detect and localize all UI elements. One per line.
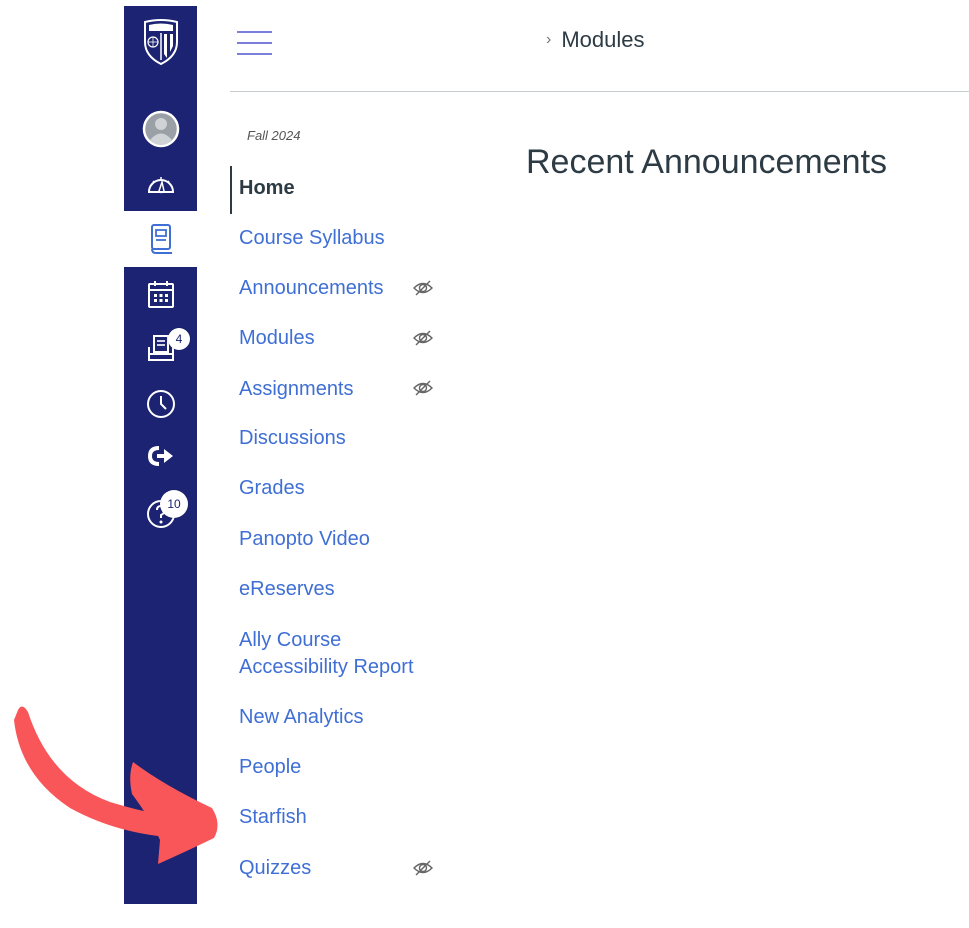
course-nav-discussions[interactable]: Discussions	[239, 425, 449, 452]
calendar-icon	[147, 281, 174, 308]
course-menu-toggle[interactable]	[237, 31, 272, 57]
eye-slash-icon	[413, 280, 433, 296]
breadcrumb-current: Modules	[561, 27, 645, 52]
breadcrumb: › Modules	[546, 27, 644, 53]
breadcrumb-separator: ›	[546, 31, 552, 48]
eye-slash-icon	[413, 380, 433, 396]
ally-label-line2: Accessibility Report	[239, 656, 414, 678]
university-logo[interactable]	[124, 12, 197, 72]
speedometer-icon	[147, 177, 174, 194]
course-nav-new-analytics[interactable]: New Analytics	[239, 704, 449, 731]
active-item-indicator	[230, 166, 232, 214]
dashboard-button[interactable]	[124, 164, 197, 204]
course-nav-people[interactable]: People	[239, 754, 449, 781]
user-avatar-icon	[142, 110, 179, 148]
shield-logo-icon	[143, 19, 178, 66]
clock-icon	[146, 390, 175, 418]
account-button[interactable]	[124, 106, 197, 152]
page-title: Recent Announcements	[526, 143, 888, 181]
arrow-share-icon	[147, 446, 173, 466]
eye-slash-icon	[413, 860, 433, 876]
course-nav-home[interactable]: Home	[239, 175, 449, 202]
book-icon	[150, 224, 172, 254]
help-badge: 10	[160, 490, 188, 518]
history-button[interactable]	[124, 384, 197, 424]
calendar-button[interactable]	[124, 274, 197, 314]
course-nav-panopto-video[interactable]: Panopto Video	[239, 526, 449, 553]
course-nav-grades[interactable]: Grades	[239, 475, 449, 502]
course-nav-starfish[interactable]: Starfish	[239, 804, 449, 831]
eye-slash-icon	[413, 330, 433, 346]
help-button[interactable]: 10	[124, 490, 197, 534]
global-navigation: 4 10	[124, 6, 197, 904]
inbox-unread-badge: 4	[168, 328, 190, 350]
commons-button[interactable]	[124, 438, 197, 474]
inbox-button[interactable]: 4	[124, 328, 197, 368]
course-nav-course-syllabus[interactable]: Course Syllabus	[239, 225, 449, 252]
courses-button[interactable]	[124, 216, 197, 262]
header-divider	[230, 91, 969, 92]
course-nav-ally-report[interactable]: Ally Course Accessibility Report	[239, 627, 449, 681]
course-nav-ereserves[interactable]: eReserves	[239, 576, 449, 603]
ally-label-line1: Ally Course	[239, 629, 342, 651]
course-term: Fall 2024	[247, 128, 301, 143]
